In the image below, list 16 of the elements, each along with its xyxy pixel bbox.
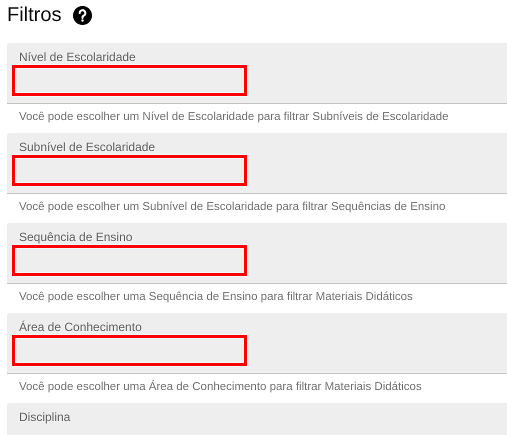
select-field[interactable]: Área de Conhecimento bbox=[7, 313, 507, 374]
select-field[interactable]: Nível de Escolaridade bbox=[7, 43, 507, 104]
field-hint: Você pode escolher uma Sequência de Ensino para filtrar Materiais Didáticos bbox=[18, 290, 414, 305]
select-field[interactable]: Subnível de Escolaridade bbox=[7, 133, 507, 194]
filters-title: Filtros bbox=[7, 4, 62, 26]
field-label: Área de Conhecimento bbox=[19, 320, 142, 334]
field-label: Nível de Escolaridade bbox=[19, 50, 136, 64]
help-icon[interactable] bbox=[73, 6, 92, 24]
field-hint: Você pode escolher uma Área de Conhecimento para filtrar Materiais Didáticos bbox=[18, 379, 423, 395]
select-field[interactable]: Sequência de Ensino bbox=[7, 223, 507, 284]
field-label: Subnível de Escolaridade bbox=[19, 140, 156, 154]
field-hint: Você pode escolher um Nível de Escolaridade para filtrar Subníveis de Escolaridade bbox=[18, 110, 450, 125]
field-label: Disciplina bbox=[19, 410, 70, 424]
field-label: Sequência de Ensino bbox=[19, 230, 132, 244]
field-hint: Você pode escolher um Subnível de Escolaridade para filtrar Sequências de Ensino bbox=[18, 200, 446, 215]
select-field[interactable]: Disciplina bbox=[7, 403, 507, 435]
